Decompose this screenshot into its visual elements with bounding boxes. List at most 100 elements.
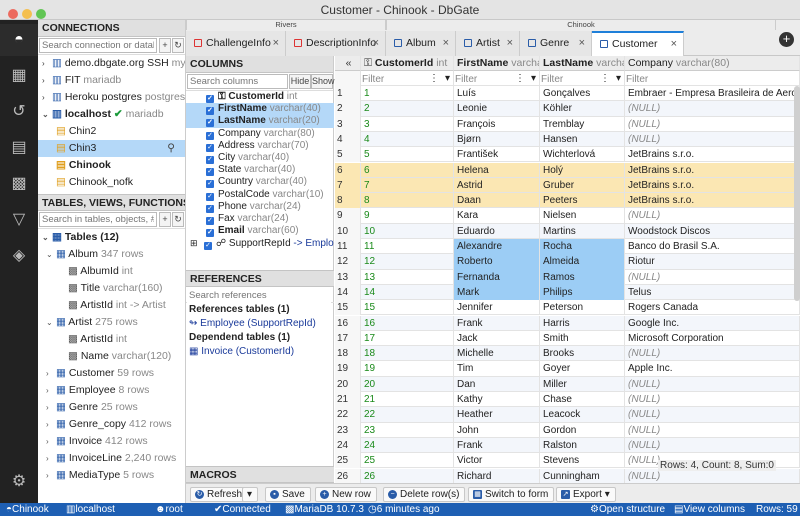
- grid-cell[interactable]: (NULL): [625, 269, 800, 285]
- grid-cell[interactable]: Dan: [454, 376, 540, 392]
- checkbox-checked-icon[interactable]: ✓: [206, 192, 214, 201]
- table-row[interactable]: 22 22 Heather Leacock (NULL): [335, 407, 800, 423]
- checkbox-checked-icon[interactable]: ✓: [206, 180, 214, 189]
- grid-cell[interactable]: (NULL): [625, 437, 800, 454]
- grid-cell[interactable]: JetBrains s.r.o.: [625, 147, 800, 163]
- refresh-dropdown-button[interactable]: ▾: [242, 487, 259, 502]
- grid-cell[interactable]: Brooks: [540, 346, 625, 362]
- checkbox-checked-icon[interactable]: ✓: [206, 155, 214, 164]
- grid-cell[interactable]: Luís: [454, 86, 540, 102]
- close-tab-icon[interactable]: ×: [507, 31, 513, 55]
- status-server[interactable]: ▥ localhost: [66, 503, 115, 516]
- column-checkbox-item[interactable]: ✓ City varchar(40): [186, 152, 334, 164]
- tab-group-rivers[interactable]: Rivers: [186, 20, 386, 30]
- grid-cell[interactable]: Ralston: [540, 437, 625, 454]
- table-row[interactable]: 5 5 František Wichterlová JetBrains s.r.o.: [335, 147, 800, 163]
- grid-cell[interactable]: Cunningham: [540, 468, 625, 483]
- grid-cell[interactable]: Köhler: [540, 101, 625, 117]
- close-tab-icon[interactable]: ×: [443, 31, 449, 55]
- grid-cell[interactable]: Rocha: [540, 239, 625, 255]
- grid-cell[interactable]: Hansen: [540, 131, 625, 148]
- checkbox-checked-icon[interactable]: ✓: [206, 229, 214, 238]
- grid-cell[interactable]: (NULL): [625, 407, 800, 423]
- reference-link-invoice[interactable]: ▦ Invoice (CustomerId): [186, 345, 334, 359]
- status-database[interactable]: ◓ Chinook: [6, 503, 49, 516]
- save-button[interactable]: ▪ Save: [265, 487, 311, 502]
- settings-gear-icon[interactable]: ⚙: [0, 466, 38, 498]
- grid-cell[interactable]: Frank: [454, 315, 540, 331]
- database-item[interactable]: ▤ Chin2: [38, 123, 185, 140]
- close-tab-icon[interactable]: ×: [273, 31, 279, 55]
- file-icon[interactable]: ▦: [0, 60, 38, 92]
- chevron-down-icon[interactable]: ▾: [531, 71, 536, 86]
- grid-cell[interactable]: Leonie: [454, 101, 540, 117]
- grid-cell[interactable]: 20: [361, 376, 454, 392]
- layers-icon[interactable]: ◈: [0, 240, 38, 272]
- chevron-down-icon[interactable]: ▾: [616, 71, 621, 86]
- grid-cell[interactable]: Google Inc.: [625, 315, 800, 331]
- grid-cell[interactable]: 6: [361, 162, 454, 178]
- grid-cell[interactable]: Banco do Brasil S.A.: [625, 239, 800, 255]
- database-item[interactable]: ▤ Chinook_nofk: [38, 174, 185, 191]
- filter-input-company[interactable]: Filter: [625, 71, 800, 87]
- grid-cell[interactable]: 19: [361, 361, 454, 377]
- column-header-customerid[interactable]: ⚿ CustomerId int: [361, 56, 454, 72]
- grid-cell[interactable]: Tim: [454, 361, 540, 377]
- column-header-company[interactable]: Company varchar(80): [625, 56, 800, 72]
- grid-cell[interactable]: Gonçalves: [540, 86, 625, 102]
- checkbox-checked-icon[interactable]: ✓: [206, 168, 214, 177]
- database-item-selected[interactable]: ▤ Chin3 ⚲: [38, 140, 185, 157]
- grid-cell[interactable]: Heather: [454, 407, 540, 423]
- grid-cell[interactable]: Bjørn: [454, 131, 540, 148]
- grid-cell[interactable]: 14: [361, 284, 454, 301]
- checkbox-checked-icon[interactable]: ✓: [206, 131, 214, 140]
- grid-cell[interactable]: JetBrains s.r.o.: [625, 177, 800, 194]
- column-checkbox-item[interactable]: ✓ Email varchar(60): [186, 225, 334, 238]
- grid-cell[interactable]: Fernanda: [454, 269, 540, 285]
- grid-cell[interactable]: Nielsen: [540, 208, 625, 224]
- grid-cell[interactable]: 11: [361, 239, 454, 255]
- table-item[interactable]: › ▦ Genre_copy 412 rows: [38, 416, 185, 433]
- column-item[interactable]: ▩ AlbumId int: [38, 263, 185, 280]
- checkbox-checked-icon[interactable]: ✓: [206, 107, 214, 116]
- table-row[interactable]: 10 10 Eduardo Martins Woodstock Discos: [335, 223, 800, 239]
- delete-rows-button[interactable]: − Delete row(s): [383, 487, 466, 502]
- tab-album[interactable]: Album ×: [386, 31, 456, 56]
- grid-cell[interactable]: Wichterlová: [540, 147, 625, 163]
- column-checkbox-item[interactable]: ✓ Company varchar(80): [186, 128, 334, 140]
- grid-cell[interactable]: Kathy: [454, 392, 540, 408]
- grid-cell[interactable]: 26: [361, 468, 454, 483]
- grid-cell[interactable]: Tremblay: [540, 116, 625, 132]
- column-checkbox-item[interactable]: ✓ FirstName varchar(40): [186, 103, 334, 116]
- table-row[interactable]: 15 15 Jennifer Peterson Rogers Canada: [335, 300, 800, 316]
- grid-cell[interactable]: Michelle: [454, 346, 540, 362]
- table-row[interactable]: 7 7 Astrid Gruber JetBrains s.r.o.: [335, 177, 800, 194]
- grid-cell[interactable]: (NULL): [625, 346, 800, 362]
- grid-cell[interactable]: François: [454, 116, 540, 132]
- grid-cell[interactable]: Almeida: [540, 254, 625, 270]
- column-checkbox-item[interactable]: ✓ Country varchar(40): [186, 176, 334, 189]
- grid-cell[interactable]: Astrid: [454, 177, 540, 194]
- grid-cell[interactable]: František: [454, 147, 540, 163]
- columns-search-input[interactable]: [187, 74, 288, 89]
- close-tab-icon[interactable]: ×: [579, 31, 585, 55]
- grid-cell[interactable]: 23: [361, 422, 454, 438]
- add-table-button[interactable]: +: [159, 212, 171, 227]
- grid-cell[interactable]: 8: [361, 193, 454, 209]
- filter-menu-icon[interactable]: ⋮: [515, 71, 525, 86]
- checkbox-checked-icon[interactable]: ✓: [206, 204, 214, 213]
- grid-cell[interactable]: Apple Inc.: [625, 361, 800, 377]
- grid-cell[interactable]: JetBrains s.r.o.: [625, 162, 800, 178]
- table-row[interactable]: 4 4 Bjørn Hansen (NULL): [335, 131, 800, 148]
- checkbox-checked-icon[interactable]: ✓: [206, 143, 214, 152]
- grid-cell[interactable]: (NULL): [625, 392, 800, 408]
- column-checkbox-item[interactable]: ✓ ⚿ CustomerId int: [186, 91, 334, 103]
- grid-cell[interactable]: 17: [361, 330, 454, 347]
- grid-cell[interactable]: Telus: [625, 284, 800, 301]
- table-row[interactable]: 13 13 Fernanda Ramos (NULL): [335, 269, 800, 285]
- grid-cell[interactable]: 7: [361, 177, 454, 194]
- column-checkbox-item[interactable]: ✓ Fax varchar(24): [186, 213, 334, 225]
- close-window-button[interactable]: [8, 9, 18, 19]
- grid-cell[interactable]: 13: [361, 269, 454, 285]
- grid-cell[interactable]: Roberto: [454, 254, 540, 270]
